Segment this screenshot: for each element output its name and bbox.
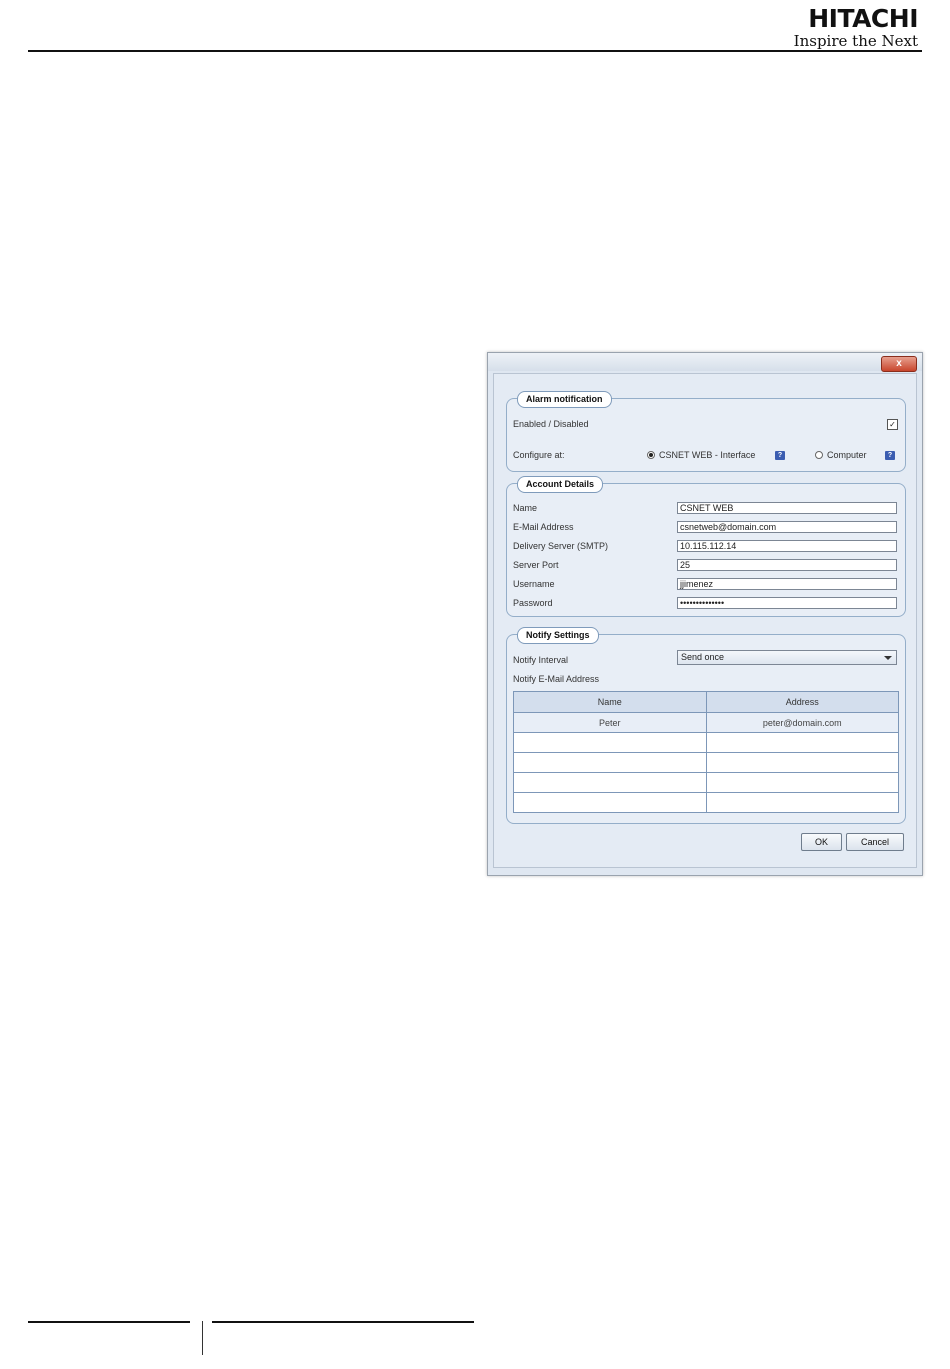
notify-address-table: Name Address Peter peter@domain.com	[513, 691, 899, 813]
password-field[interactable]: ••••••••••••••	[677, 597, 897, 609]
close-button[interactable]: x	[881, 356, 917, 372]
radio-computer[interactable]	[815, 451, 823, 459]
enabled-checkbox[interactable]: ✓	[887, 419, 898, 430]
name-field[interactable]: CSNET WEB	[677, 502, 897, 514]
name-label: Name	[513, 503, 538, 513]
table-cell-name[interactable]: Peter	[513, 712, 707, 733]
email-field[interactable]: csnetweb@domain.com	[677, 521, 897, 533]
account-details-title: Account Details	[517, 476, 604, 493]
table-cell-empty[interactable]	[705, 752, 899, 773]
table-cell-empty[interactable]	[513, 752, 707, 773]
table-cell-empty[interactable]	[513, 792, 707, 813]
footer-rule-left	[28, 1321, 190, 1323]
username-label: Username	[513, 579, 555, 589]
notify-interval-label: Notify Interval	[513, 655, 569, 665]
table-cell-empty[interactable]	[705, 772, 899, 793]
help-icon[interactable]: ?	[885, 451, 895, 460]
footer-divider	[202, 1321, 203, 1355]
column-header-name[interactable]: Name	[513, 691, 707, 713]
notify-email-label: Notify E-Mail Address	[513, 674, 600, 684]
table-cell-empty[interactable]	[705, 792, 899, 813]
check-icon: ✓	[889, 420, 896, 429]
email-settings-dialog: x Alarm notification Enabled / Disabled …	[487, 352, 923, 876]
cancel-button[interactable]: Cancel	[846, 833, 904, 851]
notify-settings-title: Notify Settings	[517, 627, 599, 644]
brand-name: HITACHI	[808, 4, 918, 33]
radio-computer-label: Computer	[827, 450, 867, 460]
server-port-label: Server Port	[513, 560, 559, 570]
smtp-server-field[interactable]: 10.115.112.14	[677, 540, 897, 552]
chevron-down-icon	[884, 656, 892, 660]
close-icon: x	[896, 358, 902, 369]
dialog-body: Alarm notification Enabled / Disabled ✓ …	[493, 373, 917, 868]
configure-at-label: Configure at:	[513, 450, 565, 460]
username-field[interactable]: jjimenez	[677, 578, 897, 590]
hitachi-logo: HITACHI Inspire the Next	[793, 4, 919, 50]
account-details-group: Account Details Name CSNET WEB E-Mail Ad…	[506, 476, 906, 617]
header-rule	[28, 50, 922, 52]
radio-csnet-web-label: CSNET WEB - Interface	[659, 450, 756, 460]
table-row[interactable]	[513, 732, 899, 753]
alarm-notification-title: Alarm notification	[517, 391, 612, 408]
table-cell-empty[interactable]	[513, 732, 707, 753]
table-header-row: Name Address	[513, 691, 899, 713]
radio-csnet-web[interactable]	[647, 451, 655, 459]
notify-settings-group: Notify Settings Notify Interval Send onc…	[506, 627, 906, 824]
table-cell-address[interactable]: peter@domain.com	[705, 712, 899, 733]
table-cell-empty[interactable]	[513, 772, 707, 793]
notify-interval-value: Send once	[681, 652, 725, 662]
password-label: Password	[513, 598, 553, 608]
table-cell-empty[interactable]	[705, 732, 899, 753]
smtp-server-label: Delivery Server (SMTP)	[513, 541, 609, 551]
ok-button[interactable]: OK	[801, 833, 842, 851]
alarm-notification-group: Alarm notification Enabled / Disabled ✓ …	[506, 391, 906, 472]
table-row[interactable]: Peter peter@domain.com	[513, 712, 899, 733]
brand-tagline: Inspire the Next	[793, 32, 918, 50]
column-header-address[interactable]: Address	[705, 691, 899, 713]
table-row[interactable]	[513, 772, 899, 793]
email-label: E-Mail Address	[513, 522, 574, 532]
dialog-titlebar: x	[488, 353, 922, 372]
server-port-field[interactable]: 25	[677, 559, 897, 571]
footer-rule-right	[212, 1321, 474, 1323]
table-row[interactable]	[513, 792, 899, 813]
table-row[interactable]	[513, 752, 899, 773]
enabled-label: Enabled / Disabled	[513, 419, 589, 429]
help-icon[interactable]: ?	[775, 451, 785, 460]
notify-interval-select[interactable]: Send once	[677, 650, 897, 665]
